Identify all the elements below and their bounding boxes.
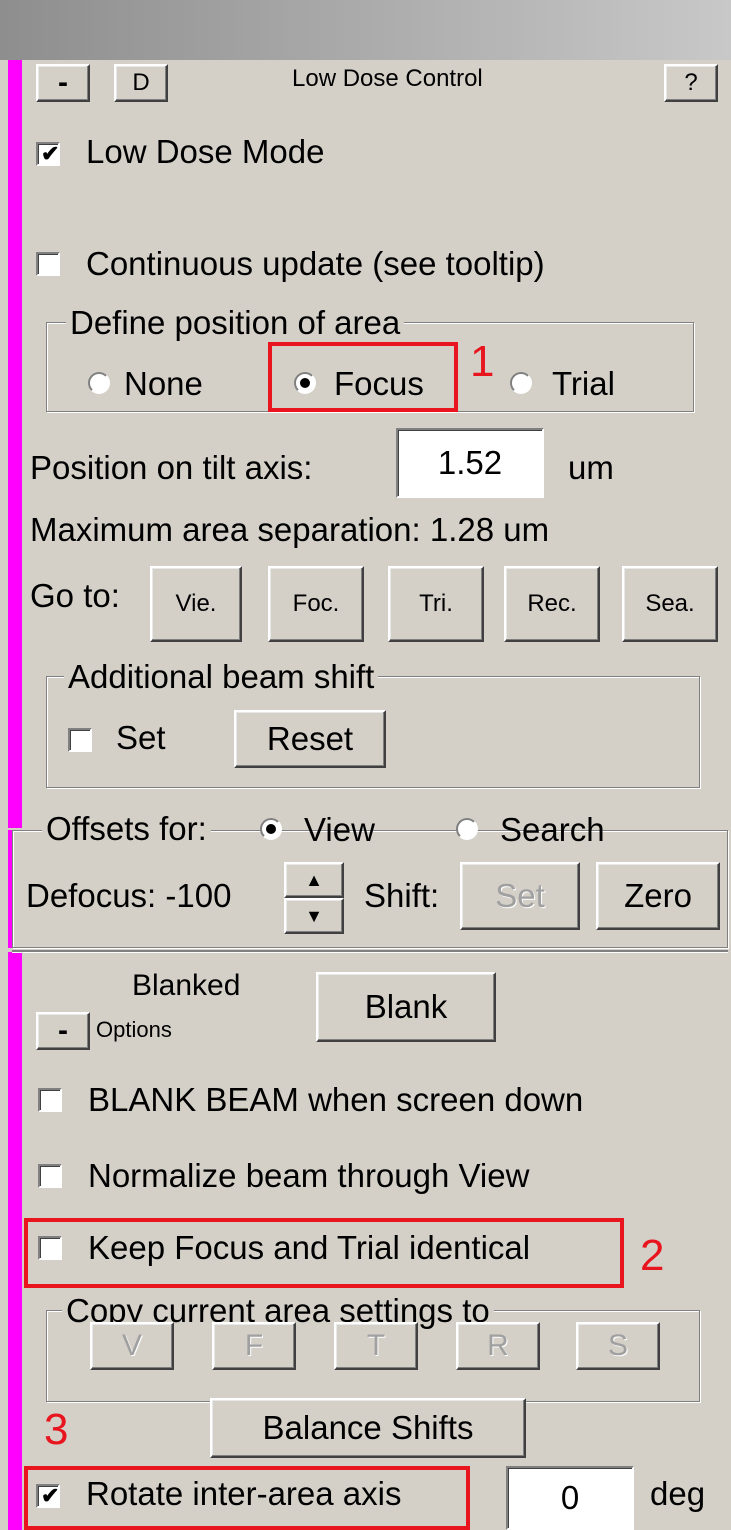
panel-strip bbox=[8, 60, 22, 828]
beam-shift-legend: Additional beam shift bbox=[64, 658, 379, 696]
beam-shift-set-label: Set bbox=[116, 719, 166, 756]
defocus-down-button[interactable]: ▼ bbox=[284, 898, 344, 934]
goto-search-button[interactable]: Sea. bbox=[622, 566, 718, 642]
offsets-search-radio[interactable] bbox=[456, 818, 478, 840]
radio-none[interactable] bbox=[88, 372, 110, 394]
annotation-box-1 bbox=[268, 342, 458, 412]
radio-none-label: None bbox=[124, 365, 203, 402]
panel-title: Low Dose Control bbox=[292, 65, 483, 92]
annotation-box-2 bbox=[24, 1218, 624, 1288]
position-tilt-label: Position on tilt axis: bbox=[30, 449, 313, 486]
continuous-update-label: Continuous update (see tooltip) bbox=[86, 245, 545, 282]
copy-search-button[interactable]: S bbox=[576, 1322, 660, 1370]
rotate-axis-unit: deg bbox=[650, 1475, 706, 1512]
continuous-update-checkbox[interactable] bbox=[36, 252, 60, 276]
goto-record-button[interactable]: Rec. bbox=[504, 566, 600, 642]
blank-when-down-checkbox[interactable] bbox=[38, 1088, 62, 1112]
copy-trial-button[interactable]: T bbox=[334, 1322, 418, 1370]
annotation-number-3: 3 bbox=[44, 1405, 69, 1454]
d-button[interactable]: D bbox=[114, 64, 168, 102]
position-tilt-input[interactable]: 1.52 bbox=[396, 428, 544, 498]
check-mark-icon: ✔ bbox=[41, 141, 60, 166]
beam-shift-set-checkbox[interactable] bbox=[68, 728, 92, 752]
arrow-up-icon: ▲ bbox=[305, 869, 323, 890]
radio-trial[interactable] bbox=[510, 372, 532, 394]
normalize-view-label: Normalize beam through View bbox=[88, 1157, 530, 1194]
collapse-button[interactable]: - bbox=[36, 64, 90, 102]
offsets-legend: Offsets for: bbox=[42, 810, 211, 848]
offsets-search-label: Search bbox=[500, 811, 605, 848]
shift-set-button[interactable]: Set bbox=[460, 862, 580, 930]
balance-shifts-button[interactable]: Balance Shifts bbox=[210, 1398, 526, 1458]
low-dose-mode-checkbox[interactable]: ✔ bbox=[36, 142, 60, 166]
rotate-axis-input[interactable]: 0 bbox=[506, 1466, 634, 1530]
help-button[interactable]: ? bbox=[664, 64, 718, 102]
annotation-number-2: 2 bbox=[640, 1231, 665, 1280]
shift-zero-button[interactable]: Zero bbox=[596, 862, 720, 930]
goto-label: Go to: bbox=[30, 577, 120, 614]
panel-divider bbox=[12, 950, 728, 952]
annotation-box-3 bbox=[24, 1466, 470, 1530]
goto-view-button[interactable]: Vie. bbox=[150, 566, 242, 642]
defocus-label: Defocus: -100 bbox=[26, 877, 232, 914]
blank-when-down-label: BLANK BEAM when screen down bbox=[88, 1081, 584, 1118]
copy-record-button[interactable]: R bbox=[456, 1322, 540, 1370]
copy-focus-button[interactable]: F bbox=[212, 1322, 296, 1370]
position-tilt-unit: um bbox=[568, 449, 614, 486]
offsets-view-label: View bbox=[304, 811, 375, 848]
copy-view-button[interactable]: V bbox=[90, 1322, 174, 1370]
window-title-bar bbox=[0, 0, 731, 60]
radio-selected-dot bbox=[266, 824, 276, 834]
panel-strip-lower bbox=[8, 952, 22, 1530]
define-position-legend: Define position of area bbox=[66, 304, 405, 342]
beam-shift-reset-button[interactable]: Reset bbox=[234, 710, 386, 768]
max-separation-label: Maximum area separation: 1.28 um bbox=[30, 511, 550, 548]
blank-button[interactable]: Blank bbox=[316, 972, 496, 1042]
normalize-view-checkbox[interactable] bbox=[38, 1164, 62, 1188]
radio-trial-label: Trial bbox=[552, 365, 615, 402]
shift-label: Shift: bbox=[364, 877, 440, 914]
low-dose-mode-label: Low Dose Mode bbox=[86, 133, 325, 170]
blanked-status: Blanked bbox=[132, 969, 241, 1002]
arrow-down-icon: ▼ bbox=[305, 905, 323, 926]
goto-trial-button[interactable]: Tri. bbox=[388, 566, 484, 642]
options-collapse-button[interactable]: - bbox=[36, 1012, 90, 1050]
annotation-number-1: 1 bbox=[470, 337, 495, 386]
options-label: Options bbox=[96, 1017, 172, 1042]
offsets-view-radio[interactable] bbox=[260, 818, 282, 840]
goto-focus-button[interactable]: Foc. bbox=[268, 566, 364, 642]
defocus-up-button[interactable]: ▲ bbox=[284, 862, 344, 898]
